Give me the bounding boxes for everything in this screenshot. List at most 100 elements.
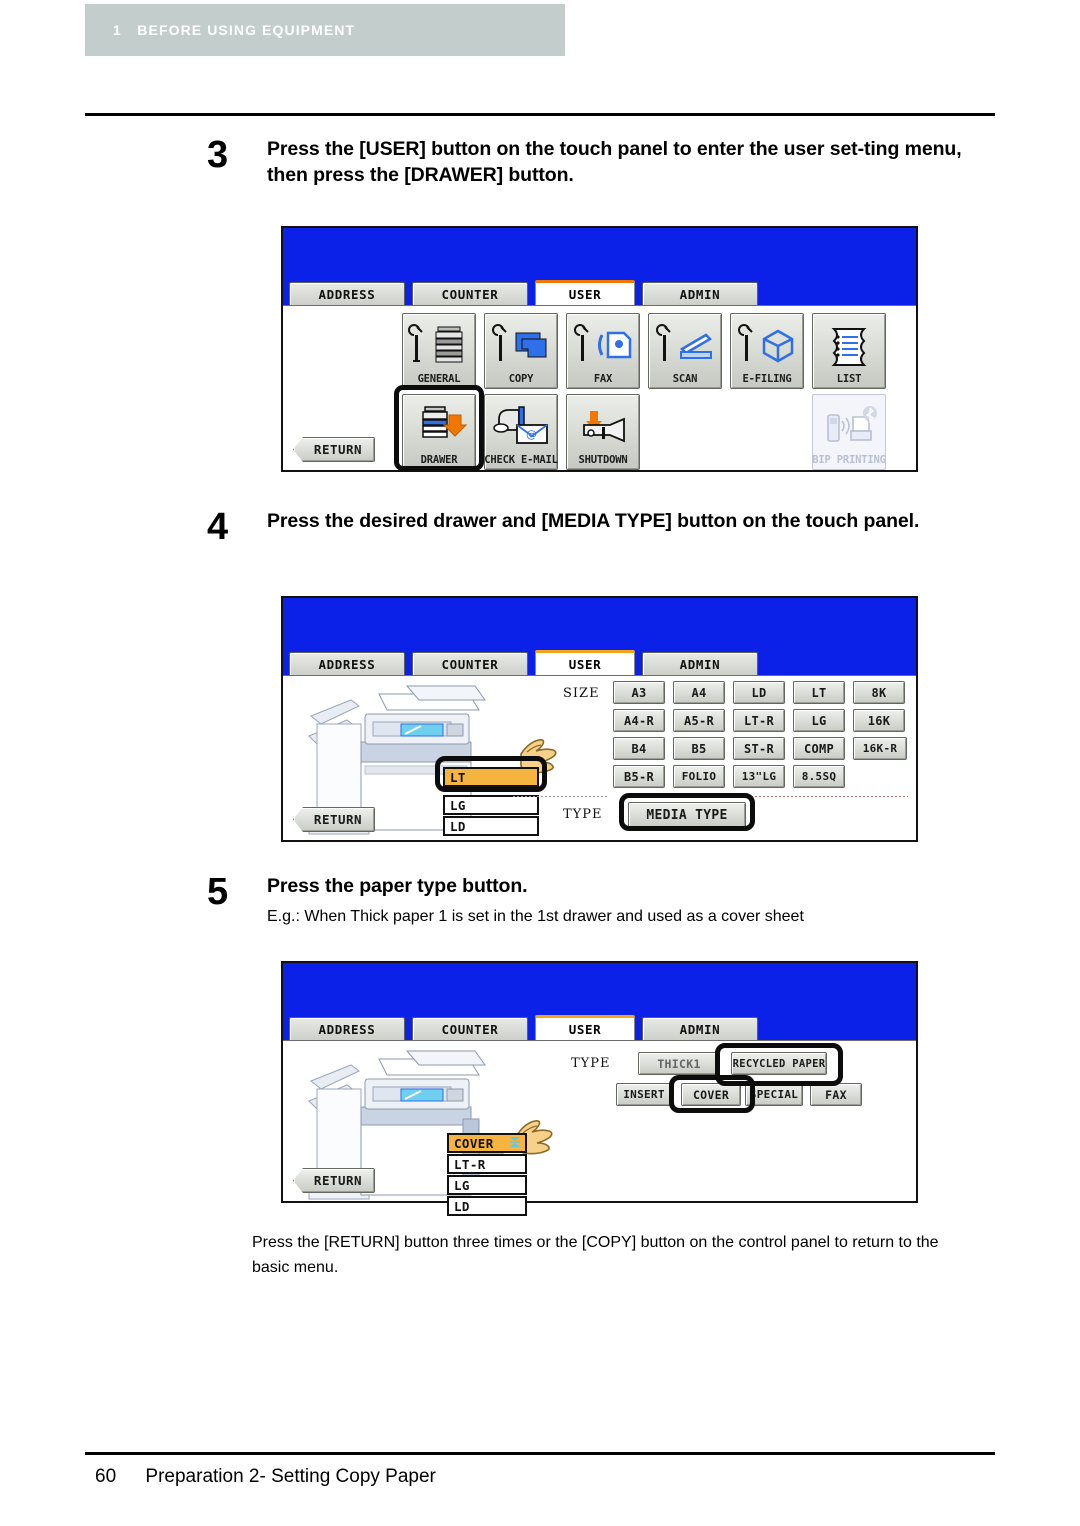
user-button-drawer[interactable]: DRAWER bbox=[402, 394, 476, 470]
cover-sheet-icon bbox=[508, 1135, 522, 1152]
user-button-drawer-label: DRAWER bbox=[420, 454, 458, 466]
step-3: 3 Press the [USER] button on the touch p… bbox=[207, 136, 997, 188]
bottom-rule bbox=[85, 1452, 995, 1455]
drawer-row-lt-r[interactable]: LT-R bbox=[447, 1154, 527, 1174]
tab-user[interactable]: USER bbox=[535, 280, 635, 305]
chapter-number: 1 bbox=[113, 22, 122, 38]
chapter-header: 1 BEFORE USING EQUIPMENT bbox=[85, 4, 565, 56]
closing-paragraph: Press the [RETURN] button three times or… bbox=[252, 1234, 939, 1276]
user-button-scan-label: SCAN bbox=[672, 373, 698, 385]
size-button-st-r[interactable]: ST-R bbox=[733, 737, 785, 760]
panel-tabbar: ADDRESS COUNTER USER ADMIN bbox=[283, 1015, 916, 1040]
drawer-row-lg[interactable]: LG bbox=[447, 1175, 527, 1195]
size-button-comp[interactable]: COMP bbox=[793, 737, 845, 760]
user-button-list-label: LIST bbox=[836, 373, 862, 385]
return-button[interactable]: RETURN bbox=[293, 437, 375, 462]
wrench-mfp-icon bbox=[403, 314, 475, 373]
user-button-check-email-label: CHECK E-MAIL bbox=[484, 454, 558, 466]
drawer-row-ld[interactable]: LD bbox=[443, 816, 539, 836]
drawer-row-lt-label: LT bbox=[450, 769, 466, 785]
size-button-lg[interactable]: LG bbox=[793, 709, 845, 732]
tab-admin[interactable]: ADMIN bbox=[642, 282, 758, 305]
drawer-row-lt[interactable]: LT bbox=[443, 767, 539, 787]
type-label: TYPE bbox=[563, 807, 603, 822]
size-button-16k[interactable]: 16K bbox=[853, 709, 905, 732]
user-button-scan[interactable]: SCAN bbox=[648, 313, 722, 389]
type-button-cover[interactable]: COVER bbox=[681, 1083, 741, 1106]
user-button-shutdown[interactable]: SHUTDOWN bbox=[566, 394, 640, 470]
return-button[interactable]: RETURN bbox=[293, 807, 375, 832]
tab-address[interactable]: ADDRESS bbox=[289, 1017, 405, 1040]
type-button-fax[interactable]: FAX bbox=[810, 1083, 862, 1106]
touch-panel-user-menu[interactable]: ADDRESS COUNTER USER ADMIN GENERAL COPY … bbox=[281, 226, 918, 472]
user-button-e-filing-label: E-FILING bbox=[742, 373, 792, 385]
tab-counter[interactable]: COUNTER bbox=[412, 282, 528, 305]
wrench-box-icon bbox=[731, 314, 803, 373]
size-button-8k[interactable]: 8K bbox=[853, 681, 905, 704]
size-button-16k-r[interactable]: 16K-R bbox=[853, 737, 907, 760]
touch-panel-paper-type[interactable]: ADDRESS COUNTER USER ADMIN COVER LT-R LG… bbox=[281, 961, 918, 1216]
wrench-fax-icon bbox=[567, 314, 639, 373]
user-button-general-label: GENERAL bbox=[417, 373, 461, 385]
step-5-title: Press the paper type button. bbox=[267, 875, 528, 897]
separator-left bbox=[513, 796, 609, 797]
step-3-title: Press the [USER] button on the touch pan… bbox=[267, 138, 962, 186]
size-button-lt-r[interactable]: LT-R bbox=[733, 709, 785, 732]
drawer-row-ld-label: LD bbox=[450, 818, 466, 834]
tab-address[interactable]: ADDRESS bbox=[289, 282, 405, 305]
size-button-b5[interactable]: B5 bbox=[673, 737, 725, 760]
drawer-row-cover-label: COVER bbox=[454, 1135, 494, 1151]
drawer-row-cover[interactable]: COVER bbox=[447, 1133, 527, 1153]
mailbox-envelope-icon: @ bbox=[485, 395, 557, 454]
tab-counter[interactable]: COUNTER bbox=[412, 1017, 528, 1040]
type-button-recycled-paper[interactable]: RECYCLED PAPER bbox=[731, 1052, 827, 1075]
panel-tabbar: ADDRESS COUNTER USER ADMIN bbox=[283, 650, 916, 675]
size-button-a4-r[interactable]: A4-R bbox=[613, 709, 665, 732]
touch-panel-drawer-size[interactable]: ADDRESS COUNTER USER ADMIN LT LG LD SIZE… bbox=[281, 596, 918, 842]
tab-user[interactable]: USER bbox=[535, 650, 635, 675]
step-4: 4 Press the desired drawer and [MEDIA TY… bbox=[207, 508, 997, 546]
size-button-13lg[interactable]: 13"LG bbox=[733, 765, 785, 788]
size-button-a4[interactable]: A4 bbox=[673, 681, 725, 704]
panel-blue-header bbox=[283, 228, 916, 280]
return-button[interactable]: RETURN bbox=[293, 1168, 375, 1193]
step-5-number: 5 bbox=[207, 871, 229, 913]
type-button-insert[interactable]: INSERT bbox=[616, 1083, 672, 1106]
drawer-row-lt-r-label: LT-R bbox=[454, 1156, 486, 1172]
media-type-button[interactable]: MEDIA TYPE bbox=[628, 802, 746, 828]
size-button-b5-r[interactable]: B5-R bbox=[613, 765, 665, 788]
separator-right bbox=[743, 796, 908, 797]
size-button-a5-r[interactable]: A5-R bbox=[673, 709, 725, 732]
user-button-general[interactable]: GENERAL bbox=[402, 313, 476, 389]
tab-admin[interactable]: ADMIN bbox=[642, 652, 758, 675]
drawer-arrow-icon bbox=[403, 395, 475, 454]
user-button-check-email[interactable]: @ CHECK E-MAIL bbox=[484, 394, 558, 470]
type-button-special[interactable]: SPECIAL bbox=[745, 1083, 803, 1106]
step-4-number: 4 bbox=[207, 506, 229, 548]
size-button-folio[interactable]: FOLIO bbox=[673, 765, 725, 788]
tab-counter[interactable]: COUNTER bbox=[412, 652, 528, 675]
svg-text:@: @ bbox=[526, 428, 537, 441]
tab-admin[interactable]: ADMIN bbox=[642, 1017, 758, 1040]
tab-user[interactable]: USER bbox=[535, 1015, 635, 1040]
power-switch-icon bbox=[567, 395, 639, 454]
type-button-thick1[interactable]: THICK1 bbox=[638, 1052, 720, 1075]
user-button-fax[interactable]: FAX bbox=[566, 313, 640, 389]
size-button-ld[interactable]: LD bbox=[733, 681, 785, 704]
size-button-85sq[interactable]: 8.5SQ bbox=[793, 765, 845, 788]
user-button-e-filing[interactable]: E-FILING bbox=[730, 313, 804, 389]
wrench-copy-icon bbox=[485, 314, 557, 373]
size-button-b4[interactable]: B4 bbox=[613, 737, 665, 760]
size-label: SIZE bbox=[563, 686, 600, 701]
chapter-title: BEFORE USING EQUIPMENT bbox=[137, 22, 356, 38]
user-button-list[interactable]: LIST bbox=[812, 313, 886, 389]
size-button-a3[interactable]: A3 bbox=[613, 681, 665, 704]
drawer-row-ld[interactable]: LD bbox=[447, 1196, 527, 1216]
drawer-row-lg[interactable]: LG bbox=[443, 795, 539, 815]
panel-blue-header bbox=[283, 963, 916, 1015]
tab-address[interactable]: ADDRESS bbox=[289, 652, 405, 675]
size-button-lt[interactable]: LT bbox=[793, 681, 845, 704]
page-number: 60 bbox=[95, 1466, 117, 1487]
bluetooth-phone-printer-icon bbox=[813, 395, 885, 454]
user-button-copy[interactable]: COPY bbox=[484, 313, 558, 389]
